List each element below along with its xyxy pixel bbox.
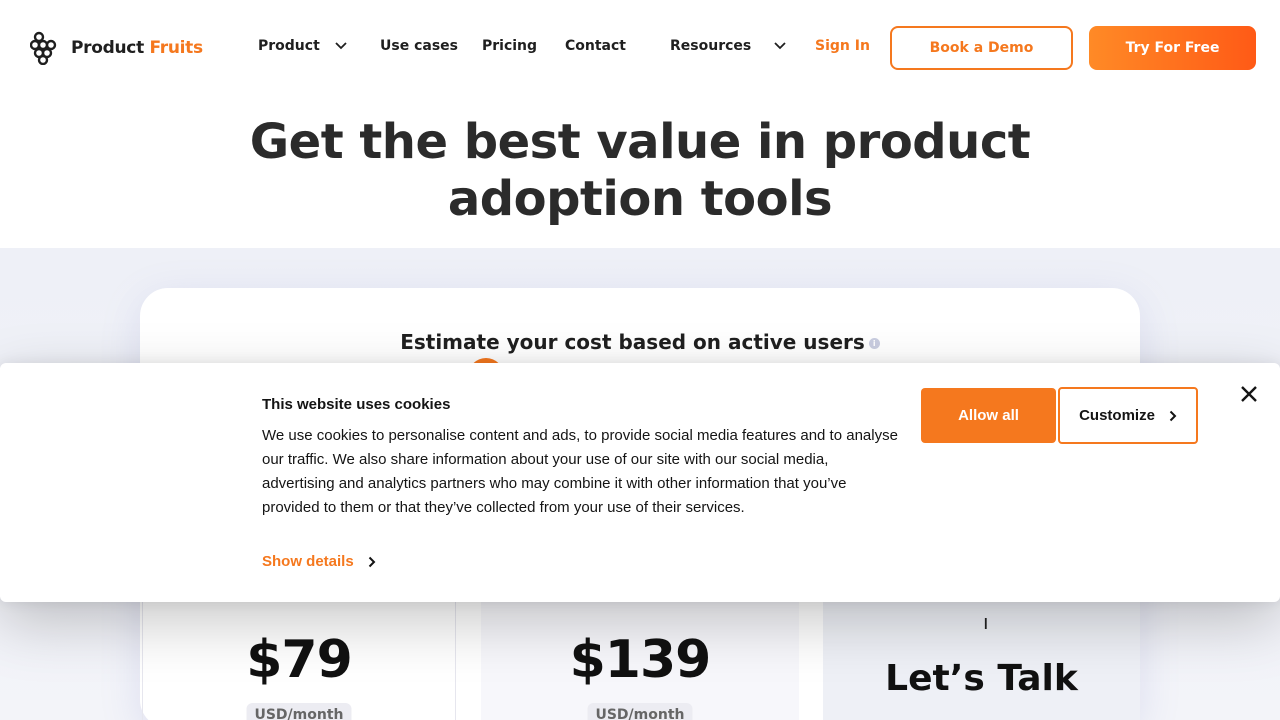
chevron-down-icon: [774, 42, 786, 50]
plan-card-1: $79 USD/month: [142, 600, 456, 720]
nav-resources-label: Resources: [670, 38, 752, 54]
hero-title: Get the best value in product adoption t…: [249, 114, 1031, 227]
customize-button[interactable]: Customize: [1058, 387, 1198, 444]
plan-card-2: $139 USD/month: [481, 600, 799, 720]
plan-price-unit: USD/month: [587, 703, 693, 720]
estimate-heading: Estimate your cost based on active users…: [140, 330, 1140, 354]
brand-name-part1: Product: [71, 38, 144, 58]
nav-use-cases[interactable]: Use cases: [380, 38, 458, 54]
grapes-logo-icon: [30, 31, 57, 65]
allow-all-button[interactable]: Allow all: [921, 388, 1056, 443]
close-icon[interactable]: [1239, 384, 1259, 404]
cookie-banner: This website uses cookies We use cookies…: [0, 363, 1280, 602]
cookie-banner-title: This website uses cookies: [262, 396, 451, 413]
customize-label: Customize: [1079, 407, 1155, 424]
nav-pricing[interactable]: Pricing: [482, 38, 537, 54]
nav-product-label: Product: [258, 38, 320, 54]
nav-contact[interactable]: Contact: [565, 38, 626, 54]
sign-in-link[interactable]: Sign In: [815, 38, 870, 54]
brand-logo[interactable]: Product Fruits: [30, 31, 203, 65]
plan-price-unit: USD/month: [246, 703, 352, 720]
nav-resources[interactable]: Resources: [670, 38, 786, 54]
plan-price: $79: [246, 630, 353, 690]
brand-name-part2: Fruits: [149, 38, 204, 58]
plan-price: $139: [569, 630, 712, 690]
plan-divider-mark: ı: [983, 610, 989, 634]
show-details-label: Show details: [262, 553, 354, 570]
book-demo-button[interactable]: Book a Demo: [890, 26, 1073, 70]
info-icon[interactable]: i: [868, 338, 880, 349]
chevron-right-icon: [1169, 410, 1177, 421]
chevron-right-icon: [368, 556, 376, 567]
lets-talk-cta[interactable]: Let’s Talk: [823, 658, 1140, 699]
cookie-banner-text: We use cookies to personalise content an…: [262, 427, 898, 516]
show-details-link[interactable]: Show details: [262, 553, 376, 570]
plan-card-3: ı Let’s Talk: [823, 600, 1140, 720]
brand-name: Product Fruits: [71, 38, 203, 58]
chevron-down-icon: [335, 42, 347, 50]
site-header: Product Fruits Product Use cases Pricing…: [0, 0, 1280, 96]
try-for-free-button[interactable]: Try For Free: [1089, 26, 1256, 70]
estimate-label: Estimate your cost based on active users: [400, 330, 865, 354]
nav-product[interactable]: Product: [258, 38, 347, 54]
